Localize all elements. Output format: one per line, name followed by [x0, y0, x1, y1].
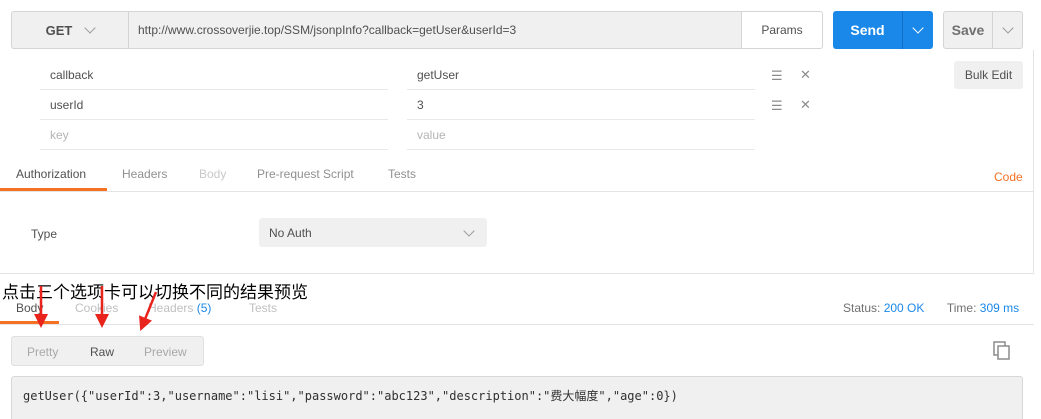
annotation-arrow-icon [34, 286, 48, 328]
pretty-button[interactable]: Pretty [27, 345, 58, 359]
bulk-edit-button[interactable]: Bulk Edit [954, 61, 1023, 89]
chevron-down-icon [1001, 22, 1014, 34]
chevron-down-icon [463, 224, 475, 237]
param-key-placeholder: key [50, 127, 69, 142]
param-value: 3 [417, 97, 424, 112]
save-button[interactable]: Save [943, 11, 993, 49]
tab-headers[interactable]: Headers [122, 167, 167, 181]
param-key: callback [50, 67, 94, 82]
response-body-text: getUser({"userId":3,"username":"lisi","p… [23, 389, 678, 403]
url-text: http://www.crossoverjie.top/SSM/jsonpInf… [138, 23, 517, 37]
tab-authorization[interactable]: Authorization [16, 167, 86, 181]
tab-pre-request-script[interactable]: Pre-request Script [257, 167, 354, 181]
auth-type-select[interactable]: No Auth [259, 218, 487, 247]
method-select[interactable]: GET [11, 11, 128, 49]
status-value: 200 OK [883, 301, 925, 315]
chevron-down-icon [912, 22, 924, 34]
param-key-input[interactable]: callback [40, 60, 388, 90]
send-dropdown-button[interactable] [902, 11, 933, 49]
raw-button[interactable]: Raw [90, 345, 114, 359]
response-tab-tests[interactable]: Tests [249, 301, 277, 315]
new-param-key-input[interactable]: key [40, 120, 388, 150]
copy-icon[interactable] [993, 341, 1011, 361]
status-label: Status: [843, 301, 881, 315]
param-value-input[interactable]: 3 [407, 90, 755, 120]
param-value: getUser [417, 67, 460, 82]
panel-divider [0, 273, 1034, 274]
response-tabs-divider [0, 324, 1034, 325]
tab-body[interactable]: Body [199, 167, 226, 181]
params-button[interactable]: Params [741, 11, 823, 49]
param-value-placeholder: value [417, 127, 446, 142]
panel-border [1033, 50, 1034, 274]
param-key-input[interactable]: userId [40, 90, 388, 120]
auth-type-value: No Auth [269, 225, 312, 240]
method-label: GET [45, 22, 73, 38]
close-icon[interactable]: ✕ [800, 97, 811, 113]
preview-button[interactable]: Preview [144, 345, 187, 359]
time-label: Time: [946, 301, 977, 315]
tabs-divider [0, 191, 1034, 192]
response-meta: Status: 200 OK Time: 309 ms [843, 301, 1019, 315]
response-body[interactable]: getUser({"userId":3,"username":"lisi","p… [11, 376, 1023, 419]
param-key: userId [50, 97, 84, 112]
time-value: 309 ms [979, 301, 1020, 315]
new-param-value-input[interactable]: value [407, 120, 755, 150]
send-button[interactable]: Send [833, 11, 902, 49]
headers-count-badge: (5) [196, 301, 212, 315]
tab-tests[interactable]: Tests [388, 167, 416, 181]
auth-type-label: Type [31, 227, 58, 241]
param-value-input[interactable]: getUser [407, 60, 755, 90]
drag-handle-icon[interactable]: ☰ [771, 68, 783, 84]
save-dropdown-button[interactable] [993, 11, 1023, 49]
annotation-arrow-icon [95, 286, 109, 328]
chevron-down-icon [84, 22, 97, 34]
close-icon[interactable]: ✕ [800, 67, 811, 83]
url-input[interactable]: http://www.crossoverjie.top/SSM/jsonpInf… [128, 11, 742, 49]
drag-handle-icon[interactable]: ☰ [771, 98, 783, 114]
view-mode-group: Pretty Raw Preview [11, 336, 204, 366]
code-link[interactable]: Code [994, 170, 1023, 184]
